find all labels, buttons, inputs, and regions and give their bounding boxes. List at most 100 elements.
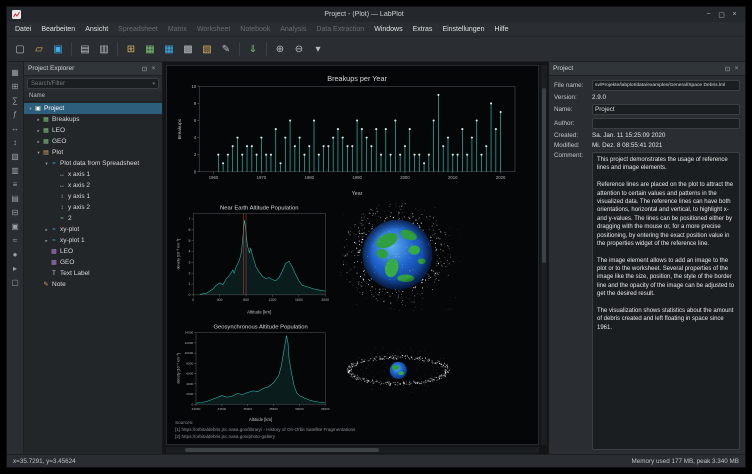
svg-text:Breakups per Year: Breakups per Year: [328, 74, 388, 83]
expander-icon[interactable]: ▸: [35, 139, 42, 145]
dock-icon-14[interactable]: ●: [9, 248, 21, 260]
new-note-button[interactable]: ✎: [217, 40, 235, 58]
dock-icon-8[interactable]: ▥: [9, 164, 21, 176]
dock-icon-11[interactable]: ⊟: [9, 206, 21, 218]
menu-datei[interactable]: Datei: [10, 26, 36, 33]
dock-icon-9[interactable]: ≡: [9, 178, 21, 190]
earth-debris-image[interactable]: [338, 198, 460, 315]
tree-item-xy-plot-1[interactable]: ▸ ≈ xy-plot 1: [24, 235, 162, 246]
import-file-button[interactable]: ⇓: [244, 40, 262, 58]
breakups-chart[interactable]: 1960 1970 1980 1990 2000 2010 2020 0 2 4 6 8 10 Break…: [174, 72, 523, 197]
expander-icon[interactable]: ▸: [43, 238, 50, 244]
expander-icon[interactable]: ▾: [35, 150, 42, 156]
close-window-icon[interactable]: ×: [729, 9, 740, 20]
zoom-out-button[interactable]: ⊖: [290, 40, 308, 58]
tree-item-text-label[interactable]: T Text Label: [24, 268, 162, 279]
print-button[interactable]: ▤: [76, 40, 94, 58]
titlebar[interactable]: Project - (Plot) — LabPlot − ▢ ×: [7, 7, 745, 22]
dock-icon-12[interactable]: ▣: [9, 220, 21, 232]
tree-item-leo[interactable]: ▸ ▦ LEO: [24, 125, 162, 136]
menu-bearbeiten[interactable]: Bearbeiten: [36, 26, 80, 33]
file-name-value[interactable]: sv/Projekte/labplot/data/examples/Genera…: [592, 80, 740, 91]
tree-item-note[interactable]: ✎ Note: [24, 279, 162, 290]
dock-icon-13[interactable]: ≈: [9, 234, 21, 246]
tree-item-label: xy-plot 1: [60, 237, 85, 244]
new-spreadsheet-button[interactable]: ▦: [160, 40, 178, 58]
new-folder-button[interactable]: ⊞: [122, 40, 140, 58]
tree-item-label: LEO: [52, 127, 66, 134]
menu-extras[interactable]: Extras: [408, 26, 438, 33]
expander-icon[interactable]: ▾: [27, 106, 34, 112]
tree-item-y-axis-1[interactable]: ↕ y axis 1: [24, 191, 162, 202]
float-panel-icon[interactable]: ⊡: [140, 65, 149, 73]
name-input[interactable]: Project: [592, 104, 740, 115]
tree-item-geo[interactable]: ▸ ▦ GEO: [24, 136, 162, 147]
worksheet-horizontal-scrollbar[interactable]: [166, 447, 539, 453]
geo-ring-image[interactable]: [338, 325, 460, 420]
svg-text:2010: 2010: [448, 175, 458, 180]
tree-item-breakups[interactable]: ▸ ▦ Breakups: [24, 114, 162, 125]
worksheet-page[interactable]: 1960 1970 1980 1990 2000 2010 2020 0 2 4 6 8 10 Break…: [166, 65, 539, 445]
tree-item-plot-data-from-spreadsheet[interactable]: ▾ ≈ Plot data from Spreadsheet: [24, 158, 162, 169]
dock-icon-5[interactable]: ↔: [9, 122, 21, 134]
save-project-button[interactable]: ▣: [49, 40, 67, 58]
comment-textarea[interactable]: This project demonstrates the usage of r…: [592, 152, 740, 450]
expander-icon[interactable]: ▾: [43, 161, 50, 167]
tree-item-x-axis-2[interactable]: ↔ x axis 2: [24, 180, 162, 191]
geo-chart[interactable]: 34000 34500 35000 35500 36000 36500 0 2000 4000 6…: [174, 321, 330, 423]
near-earth-chart[interactable]: 0 400 800 1200 1600 2000 0 1 2 3 4 5 6 7 Near Earth Al…: [174, 202, 330, 315]
open-project-button[interactable]: ▱: [30, 40, 48, 58]
dock-icon-2[interactable]: ⊞: [9, 80, 21, 92]
tree-item-x-axis-1[interactable]: ↔ x axis 1: [24, 169, 162, 180]
worksheet-view[interactable]: 1960 1970 1980 1990 2000 2010 2020 0 2 4 6 8 10 Break…: [163, 62, 548, 454]
new-project-button[interactable]: ▢: [11, 40, 29, 58]
new-matrix-button[interactable]: ▩: [179, 40, 197, 58]
dock-icon-15[interactable]: ▸: [9, 262, 21, 274]
tree-item-project[interactable]: ▾ ▣ Project: [24, 103, 162, 114]
sources-line: Sources:: [175, 420, 194, 426]
dock-icon-16[interactable]: ▢: [9, 276, 21, 288]
dock-icon-3[interactable]: ∑: [9, 94, 21, 106]
menu-einstellungen[interactable]: Einstellungen: [437, 26, 489, 33]
zoom-in-button[interactable]: ⊕: [271, 40, 289, 58]
created-value: Sa. Jan. 11 15:25:09 2020: [592, 132, 666, 139]
expander-icon[interactable]: ▸: [43, 227, 50, 233]
tree-item-2[interactable]: ≈2: [24, 213, 162, 224]
svg-text:2000: 2000: [322, 298, 330, 302]
filter-options-icon[interactable]: ▾: [152, 81, 155, 87]
dock-icon-10[interactable]: ▤: [9, 192, 21, 204]
tree-item-y-axis-2[interactable]: ↕ y axis 2: [24, 202, 162, 213]
tree-item-leo-2[interactable]: ▩ LEO: [24, 246, 162, 257]
tree-item-xy-plot[interactable]: ▸ ≈ xy-plot: [24, 224, 162, 235]
toolbar-overflow-button[interactable]: ▾: [309, 40, 327, 58]
menu-windows[interactable]: Windows: [369, 26, 407, 33]
dock-icon-4[interactable]: ƒ: [9, 108, 21, 120]
dock-icon-7[interactable]: ▧: [9, 150, 21, 162]
svg-text:7: 7: [189, 217, 191, 221]
minimize-window-icon[interactable]: −: [703, 9, 714, 20]
float-properties-icon[interactable]: ⊡: [723, 65, 732, 73]
svg-text:Altitude [km]: Altitude [km]: [248, 310, 272, 315]
menu-hilfe[interactable]: Hilfe: [489, 26, 513, 33]
close-panel-icon[interactable]: ×: [149, 65, 158, 72]
worksheet-vertical-scrollbar[interactable]: [541, 65, 547, 445]
expander-icon[interactable]: ▸: [35, 117, 42, 123]
print-preview-button[interactable]: ▥: [95, 40, 113, 58]
close-properties-icon[interactable]: ×: [732, 65, 741, 72]
scrollbar-thumb[interactable]: [184, 448, 379, 452]
scrollbar-thumb[interactable]: [542, 87, 546, 263]
menu-ansicht[interactable]: Ansicht: [80, 26, 113, 33]
svg-text:4: 4: [194, 135, 197, 140]
new-workbook-button[interactable]: ▦: [141, 40, 159, 58]
tree-item-geo-2[interactable]: ▩ GEO: [24, 257, 162, 268]
search-filter-input[interactable]: Search/Filter ▾: [27, 78, 159, 89]
tree-column-name[interactable]: Name: [24, 91, 162, 102]
tree-item-plot[interactable]: ▾ ▤ Plot: [24, 147, 162, 158]
new-worksheet-button[interactable]: ▧: [198, 40, 216, 58]
created-label: Created:: [554, 132, 579, 139]
expander-icon[interactable]: ▸: [35, 128, 42, 134]
author-input[interactable]: [592, 118, 740, 129]
dock-icon-6[interactable]: ↕: [9, 136, 21, 148]
maximize-window-icon[interactable]: ▢: [716, 9, 727, 20]
dock-icon-1[interactable]: ▦: [9, 66, 21, 78]
